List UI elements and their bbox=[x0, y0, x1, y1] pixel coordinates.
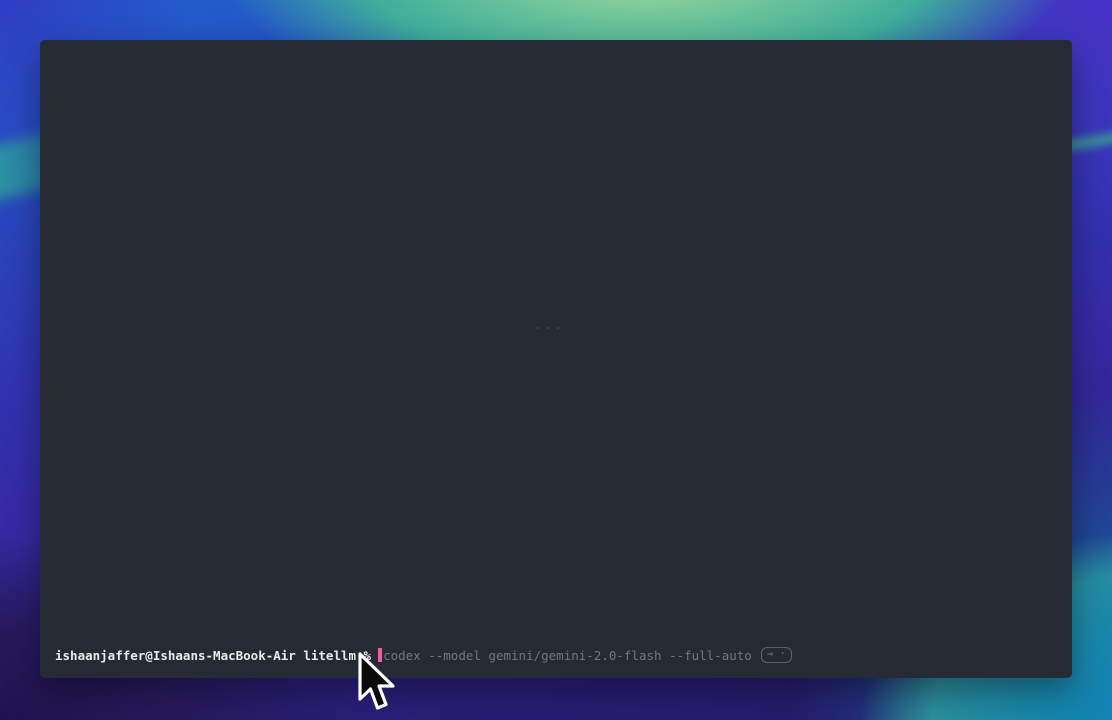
terminal-window[interactable]: ... ishaanjaffer@Ishaans-MacBook-Air lit… bbox=[40, 40, 1072, 678]
autosuggestion-text: codex --model gemini/gemini-2.0-flash --… bbox=[383, 648, 752, 663]
tab-accept-hint-pill: → · bbox=[761, 647, 792, 663]
text-cursor-caret bbox=[378, 648, 382, 662]
terminal-loading-ellipsis: ... bbox=[534, 318, 565, 332]
terminal-prompt-line[interactable]: ishaanjaffer@Ishaans-MacBook-Air litellm… bbox=[55, 647, 792, 663]
shell-prompt-text: ishaanjaffer@Ishaans-MacBook-Air litellm… bbox=[55, 648, 371, 663]
